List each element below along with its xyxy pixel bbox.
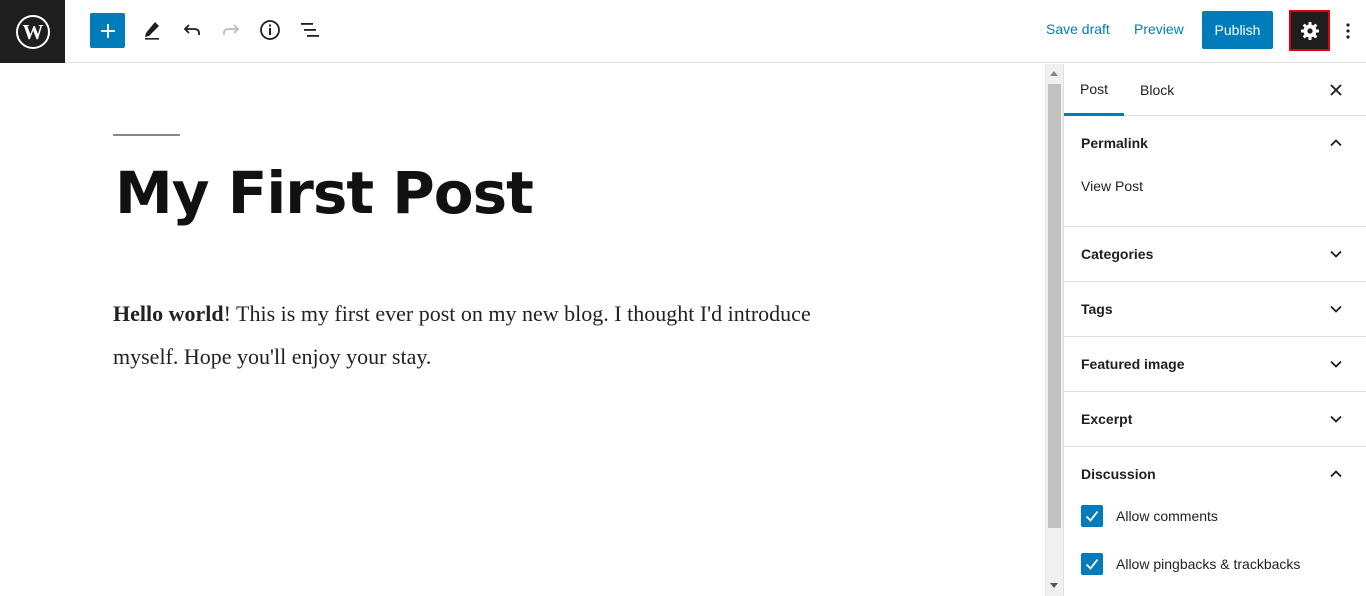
scroll-down-arrow-icon[interactable] [1050,583,1058,588]
add-block-button[interactable] [90,13,125,48]
publish-button[interactable]: Publish [1202,11,1273,49]
allow-comments-checkbox[interactable] [1081,505,1103,527]
permalink-panel: Permalink View Post [1064,116,1366,227]
close-icon [1330,84,1342,96]
plus-icon [100,23,115,38]
scrollbar-thumb[interactable] [1048,84,1061,528]
view-post-link[interactable]: View Post [1081,178,1143,194]
panel-title: Tags [1081,301,1113,317]
settings-sidebar: Post Block Permalink View Post Categorie… [1063,64,1366,596]
save-draft-button[interactable]: Save draft [1046,21,1110,37]
discussion-panel-body: Allow comments Allow pingbacks & trackba… [1064,501,1366,596]
settings-button[interactable] [1289,10,1330,51]
panel-title: Excerpt [1081,411,1133,427]
more-options-button[interactable] [1338,18,1358,44]
chevron-down-icon [1330,250,1342,258]
details-button[interactable] [252,12,288,48]
checkmark-icon [1085,510,1099,522]
allow-pingbacks-checkbox[interactable] [1081,553,1103,575]
categories-panel: Categories [1064,227,1366,282]
permalink-panel-toggle[interactable]: Permalink [1064,116,1366,170]
undo-button[interactable] [174,12,210,48]
chevron-up-icon [1330,470,1342,478]
allow-pingbacks-label: Allow pingbacks & trackbacks [1116,556,1301,572]
chevron-up-icon [1330,139,1342,147]
title-separator [113,134,180,136]
undo-icon [183,24,200,35]
tab-block[interactable]: Block [1140,64,1174,116]
panel-title: Discussion [1081,466,1156,482]
featured-image-panel: Featured image [1064,337,1366,392]
tags-panel: Tags [1064,282,1366,337]
categories-panel-toggle[interactable]: Categories [1064,227,1366,281]
allow-comments-option: Allow comments [1064,505,1366,553]
wordpress-logo-button[interactable]: W [0,0,65,63]
panel-title: Permalink [1081,135,1148,151]
excerpt-panel-toggle[interactable]: Excerpt [1064,392,1366,446]
featured-image-panel-toggle[interactable]: Featured image [1064,337,1366,391]
tags-panel-toggle[interactable]: Tags [1064,282,1366,336]
gear-icon [1300,21,1319,40]
panel-title: Categories [1081,246,1154,262]
preview-button[interactable]: Preview [1134,21,1184,37]
allow-comments-label: Allow comments [1116,508,1218,524]
wordpress-logo-icon: W [15,14,50,49]
post-title[interactable]: My First Post [115,159,534,227]
more-vertical-icon [1346,23,1350,39]
paragraph-block[interactable]: Hello world! This is my first ever post … [113,292,813,378]
chevron-down-icon [1330,415,1342,423]
allow-pingbacks-option: Allow pingbacks & trackbacks [1064,553,1366,596]
close-sidebar-button[interactable] [1326,80,1346,100]
list-view-button[interactable] [292,12,328,48]
discussion-panel: Discussion Allow comments Allow pingback… [1064,447,1366,596]
paragraph-bold-text: Hello world [113,301,224,326]
redo-icon [223,24,240,35]
chevron-down-icon [1330,360,1342,368]
svg-text:W: W [22,20,43,44]
scroll-up-arrow-icon[interactable] [1050,71,1058,76]
discussion-panel-toggle[interactable]: Discussion [1064,447,1366,501]
editor-canvas: My First Post Hello world! This is my fi… [0,64,1045,596]
sidebar-tabs: Post Block [1064,64,1366,116]
panel-title: Featured image [1081,356,1185,372]
list-view-icon [301,23,319,37]
editor-scrollbar[interactable] [1045,64,1063,596]
tab-post[interactable]: Post [1064,64,1125,116]
excerpt-panel: Excerpt [1064,392,1366,447]
chevron-down-icon [1330,305,1342,313]
tools-button[interactable] [134,12,170,48]
redo-button[interactable] [213,12,249,48]
pencil-icon [145,22,159,40]
info-icon [260,20,280,40]
editor-top-toolbar: W Save draft Preview Publish [0,0,1366,63]
checkmark-icon [1085,558,1099,570]
